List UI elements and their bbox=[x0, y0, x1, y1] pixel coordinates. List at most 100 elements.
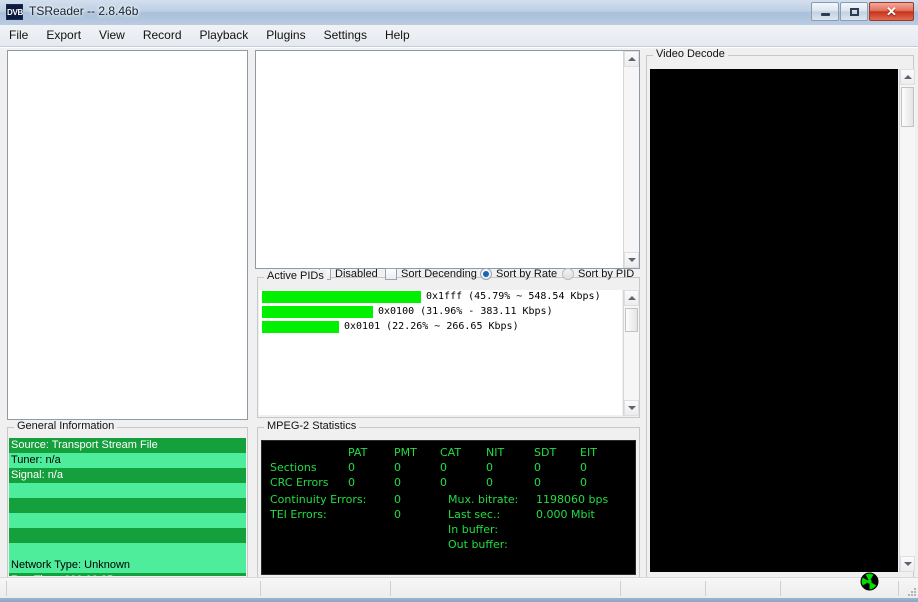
minimize-button[interactable] bbox=[811, 2, 839, 21]
stat-continuity-errors-value: 0 bbox=[394, 493, 401, 506]
scroll-up-arrow-icon[interactable] bbox=[624, 290, 639, 306]
general-info-row bbox=[9, 498, 246, 513]
mpeg2-statistics-display: PAT PMT CAT NIT SDT EIT Sections 0 0 0 0… bbox=[261, 440, 636, 575]
window-bottom-border bbox=[0, 598, 918, 602]
status-divider bbox=[260, 581, 261, 596]
pid-bar-fill bbox=[262, 306, 373, 318]
menu-item-export[interactable]: Export bbox=[37, 25, 90, 44]
video-decode-scrollbar[interactable] bbox=[899, 69, 915, 572]
stat-mux-bitrate-value: 1198060 bps bbox=[536, 493, 608, 506]
pid-bar-row[interactable]: 0x0100 (31.96% - 383.11 Kbps) bbox=[259, 305, 622, 320]
active-pids-title: Active PIDs bbox=[264, 270, 327, 282]
status-bar bbox=[0, 577, 918, 598]
stat-sections-nit: 0 bbox=[486, 461, 493, 474]
general-info-row: Source: Transport Stream File bbox=[9, 438, 246, 453]
general-info-row: Network Type: Unknown bbox=[9, 558, 246, 573]
title-bar: DVB TSReader -- 2.8.46b ✕ bbox=[0, 0, 918, 26]
stat-row-label-crc-errors: CRC Errors bbox=[270, 476, 329, 489]
stat-in-buffer-label: In buffer: bbox=[448, 523, 498, 536]
stat-sections-eit: 0 bbox=[580, 461, 587, 474]
stat-sections-pmt: 0 bbox=[394, 461, 401, 474]
stat-col-sdt: SDT bbox=[534, 446, 556, 459]
pid-detail-list-panel[interactable] bbox=[255, 50, 640, 269]
pid-bar-row[interactable]: 0x1fff (45.79% ~ 548.54 Kbps) bbox=[259, 290, 622, 305]
radio-unselected-icon[interactable] bbox=[562, 268, 574, 280]
checkbox-icon[interactable] bbox=[385, 268, 397, 280]
stat-col-nit: NIT bbox=[486, 446, 504, 459]
general-info-row: Signal: n/a bbox=[9, 468, 246, 483]
menu-item-plugins[interactable]: Plugins bbox=[257, 25, 314, 44]
general-information-title: General Information bbox=[14, 420, 117, 432]
general-info-row bbox=[9, 513, 246, 528]
mpeg2-statistics-title: MPEG-2 Statistics bbox=[264, 420, 359, 432]
stat-sections-pat: 0 bbox=[348, 461, 355, 474]
radio-selected-icon[interactable] bbox=[480, 268, 492, 280]
pid-bar-row[interactable]: 0x0101 (22.26% ~ 266.65 Kbps) bbox=[259, 320, 622, 335]
general-info-row: Run Time: 000:00:25 bbox=[9, 573, 246, 576]
radiation-icon[interactable] bbox=[860, 572, 879, 591]
stat-out-buffer-label: Out buffer: bbox=[448, 538, 508, 551]
disabled-label: Disabled bbox=[335, 268, 378, 280]
sort-by-rate-radio[interactable]: Sort by Rate bbox=[480, 268, 557, 280]
close-icon: ✕ bbox=[870, 3, 913, 20]
menu-item-view[interactable]: View bbox=[90, 25, 134, 44]
status-divider bbox=[705, 581, 706, 596]
menu-item-file[interactable]: File bbox=[0, 25, 37, 44]
pid-bar-fill bbox=[262, 291, 421, 303]
sort-by-pid-radio[interactable]: Sort by PID bbox=[562, 268, 634, 280]
general-info-row bbox=[9, 543, 246, 558]
status-divider bbox=[390, 581, 391, 596]
menu-item-settings[interactable]: Settings bbox=[315, 25, 376, 44]
stat-tei-errors-value: 0 bbox=[394, 508, 401, 521]
dvb-logo-icon: DVB bbox=[6, 4, 23, 20]
scroll-down-arrow-icon[interactable] bbox=[900, 556, 915, 572]
scrollbar-track[interactable] bbox=[900, 85, 915, 556]
general-information-group: General Information Source: Transport St… bbox=[7, 420, 248, 578]
scroll-down-arrow-icon[interactable] bbox=[624, 252, 639, 268]
menu-item-record[interactable]: Record bbox=[134, 25, 191, 44]
video-decode-title: Video Decode bbox=[653, 48, 728, 60]
pid-bar-label: 0x0100 (31.96% - 383.11 Kbps) bbox=[378, 305, 553, 319]
stat-row-label-sections: Sections bbox=[270, 461, 317, 474]
stat-crc-eit: 0 bbox=[580, 476, 587, 489]
scrollbar-thumb[interactable] bbox=[625, 308, 638, 332]
application-window: DVB TSReader -- 2.8.46b ✕ File Export Vi… bbox=[0, 0, 918, 602]
general-information-list[interactable]: Source: Transport Stream File Tuner: n/a… bbox=[9, 438, 246, 576]
status-divider bbox=[898, 581, 899, 596]
pid-detail-scrollbar[interactable] bbox=[623, 51, 639, 268]
scrollbar-thumb[interactable] bbox=[901, 87, 914, 127]
stat-last-sec-value: 0.000 Mbit bbox=[536, 508, 595, 521]
menu-item-help[interactable]: Help bbox=[376, 25, 419, 44]
client-area: Active PIDs Disabled Sort Decending Sort… bbox=[0, 47, 918, 577]
stat-crc-cat: 0 bbox=[440, 476, 447, 489]
stat-crc-pat: 0 bbox=[348, 476, 355, 489]
stat-tei-errors-label: TEI Errors: bbox=[270, 508, 327, 521]
stat-col-eit: EIT bbox=[580, 446, 597, 459]
stat-last-sec-label: Last sec.: bbox=[448, 508, 500, 521]
services-list-panel[interactable] bbox=[7, 50, 248, 420]
stat-sections-cat: 0 bbox=[440, 461, 447, 474]
video-decode-screen[interactable] bbox=[650, 69, 898, 572]
sort-decending-checkbox[interactable]: Sort Decending bbox=[385, 268, 477, 280]
active-pids-bar-list[interactable]: 0x1fff (45.79% ~ 548.54 Kbps) 0x0100 (31… bbox=[259, 290, 622, 415]
status-divider bbox=[780, 581, 781, 596]
pid-bar-fill bbox=[262, 321, 339, 333]
video-decode-group: Video Decode bbox=[646, 48, 914, 578]
resize-grip[interactable] bbox=[904, 584, 916, 596]
scroll-down-arrow-icon[interactable] bbox=[624, 400, 639, 416]
close-button[interactable]: ✕ bbox=[869, 2, 914, 21]
scroll-up-arrow-icon[interactable] bbox=[624, 51, 639, 67]
general-info-row bbox=[9, 528, 246, 543]
scroll-up-arrow-icon[interactable] bbox=[900, 69, 915, 85]
active-pids-scrollbar[interactable] bbox=[623, 290, 639, 416]
active-pids-group: Active PIDs Disabled Sort Decending Sort… bbox=[257, 270, 640, 418]
menu-item-playback[interactable]: Playback bbox=[191, 25, 258, 44]
pid-bar-label: 0x1fff (45.79% ~ 548.54 Kbps) bbox=[426, 290, 601, 304]
stat-sections-sdt: 0 bbox=[534, 461, 541, 474]
maximize-button[interactable] bbox=[840, 2, 868, 21]
stat-col-pmt: PMT bbox=[394, 446, 417, 459]
disabled-checkbox[interactable]: Disabled bbox=[319, 268, 378, 280]
scrollbar-track[interactable] bbox=[624, 67, 639, 252]
sort-by-pid-label: Sort by PID bbox=[578, 268, 634, 280]
general-info-row bbox=[9, 483, 246, 498]
